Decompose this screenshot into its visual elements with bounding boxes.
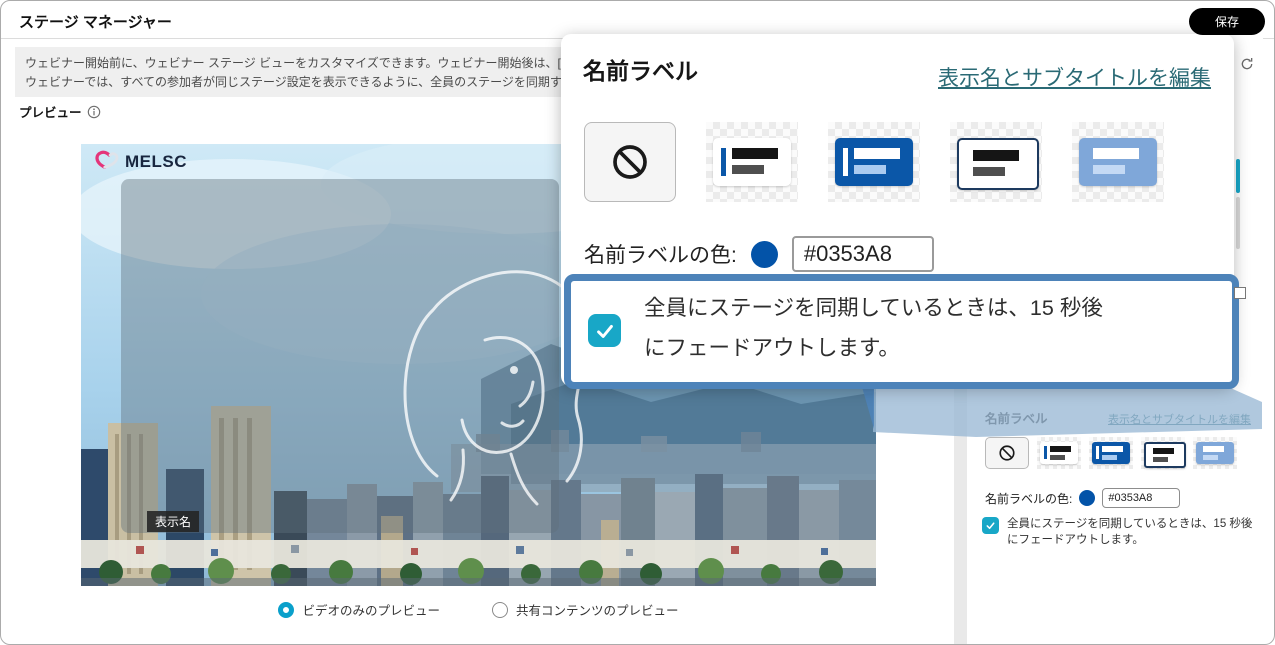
label-style-option-outlined[interactable] (950, 122, 1042, 202)
refresh-icon[interactable] (1239, 56, 1255, 72)
label-color-label: 名前ラベルの色: (584, 239, 737, 269)
sync-fadeout-option: 全員にステージを同期しているときは、15 秒後 にフェードアウトします。 (982, 516, 1252, 548)
popup-title: 名前ラベル (583, 52, 698, 86)
page-title: ステージ マネージャー (19, 11, 172, 32)
label-style-option-light-accent[interactable] (1037, 437, 1081, 469)
label-style-options-magnified (584, 122, 1164, 202)
label-style-option-blue-accent[interactable] (1089, 437, 1133, 469)
color-hex-input-magnified[interactable] (792, 236, 934, 272)
label-style-option-none[interactable] (985, 437, 1029, 469)
label-style-options (985, 437, 1237, 469)
radio-video-only-preview[interactable]: ビデオのみのプレビュー (278, 600, 440, 619)
brand-logo: MELSC (93, 149, 187, 175)
label-style-option-translucent[interactable] (1193, 437, 1237, 469)
heart-logo-icon (93, 149, 121, 175)
ban-icon (610, 142, 650, 182)
brand-name: MELSC (125, 152, 187, 172)
save-button[interactable]: 保存 (1189, 8, 1265, 35)
label-style-option-none[interactable] (584, 122, 676, 202)
sync-fadeout-text-magnified: 全員にステージを同期しているときは、15 秒後 にフェードアウトします。 (644, 288, 1103, 368)
check-icon (985, 520, 996, 531)
color-hex-input[interactable] (1102, 488, 1180, 508)
name-label-popup-magnified: 名前ラベル 表示名とサブタイトルを編集 名前ラベルの色: (561, 34, 1234, 386)
color-swatch[interactable] (751, 241, 778, 268)
stage-manager-window: ステージ マネージャー 保存 ウェビナー開始前に、ウェビナー ステージ ビューを… (0, 0, 1275, 645)
preview-mode-radios: ビデオのみのプレビュー 共有コンテンツのプレビュー (81, 600, 876, 619)
sync-fadeout-text: 全員にステージを同期しているときは、15 秒後 にフェードアウトします。 (1007, 516, 1252, 548)
label-style-option-translucent[interactable] (1072, 122, 1164, 202)
preview-section-heading: プレビュー (19, 102, 101, 121)
radio-selected-icon[interactable] (278, 602, 294, 618)
label-style-option-light-accent[interactable] (706, 122, 798, 202)
name-label-tag: 表示名 (147, 511, 199, 532)
preview-section-label: プレビュー (19, 102, 82, 121)
callout-resize-handle[interactable] (1234, 287, 1246, 299)
scrollbar-thumb[interactable] (1236, 159, 1240, 193)
check-icon (594, 320, 616, 342)
edit-display-name-link-magnified[interactable]: 表示名とサブタイトルを編集 (938, 62, 1211, 92)
label-color-row: 名前ラベルの色: (985, 488, 1180, 508)
sync-fadeout-checkbox[interactable] (982, 517, 999, 534)
color-swatch[interactable] (1079, 490, 1095, 506)
radio-unselected-icon[interactable] (492, 602, 508, 618)
radio-shared-content-preview[interactable]: 共有コンテンツのプレビュー (492, 600, 679, 619)
label-color-label: 名前ラベルの色: (985, 490, 1072, 507)
sync-fadeout-checkbox-magnified[interactable] (588, 314, 621, 347)
info-icon[interactable] (87, 105, 101, 119)
ban-icon (998, 444, 1016, 462)
label-style-option-outlined[interactable] (1141, 437, 1185, 469)
label-style-option-blue-accent[interactable] (828, 122, 920, 202)
label-color-row-magnified: 名前ラベルの色: (584, 236, 934, 272)
scrollbar-track[interactable] (1236, 197, 1240, 249)
highlight-callout-box: 全員にステージを同期しているときは、15 秒後 にフェードアウトします。 (564, 274, 1239, 389)
